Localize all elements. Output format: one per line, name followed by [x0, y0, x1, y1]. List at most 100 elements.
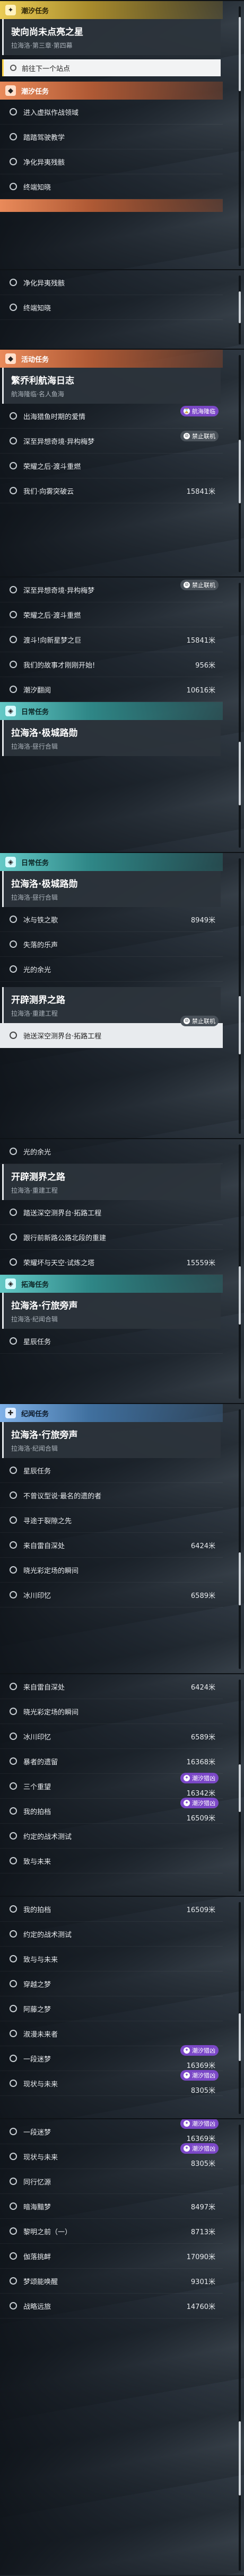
item-label: 梦颂能唤醒 — [23, 2278, 58, 2286]
list-item[interactable]: 净化异夷残骸 — [0, 270, 223, 295]
scrollbar[interactable] — [239, 1409, 241, 1669]
list-item[interactable]: 出海猎鱼时期的爱情 ⌛ 航海隆临 — [0, 404, 223, 429]
scrollbar-thumb[interactable] — [239, 1552, 241, 1605]
list-item[interactable]: 光的余光 — [0, 957, 223, 982]
list-item[interactable]: 暴者的遗留 16368米 — [0, 1749, 223, 1774]
list-item[interactable]: 进入虚拟作战领域 — [0, 100, 223, 125]
scrollbar[interactable] — [239, 6, 241, 266]
distance: 8497米 — [190, 2203, 215, 2211]
list-item[interactable]: 星辰任务 — [0, 1458, 223, 1483]
scrollbar[interactable] — [239, 1902, 241, 2114]
list-item[interactable]: 驰送深空测界台·拓路工程 ⊘ 禁止联机 — [0, 1016, 223, 1048]
list-item[interactable]: 不曾议型说·最名的遗的者 — [0, 1483, 223, 1508]
list-item[interactable]: 现状与未来 ✦ 潮汐猎凶 8305米 — [0, 2070, 223, 2096]
list-item[interactable]: 约定的战术测试 — [0, 1922, 223, 1947]
scrollbar[interactable] — [239, 276, 241, 344]
list-item[interactable]: 淑漫未来者 — [0, 2021, 223, 2046]
list-item[interactable]: 来自雷自深处 6424米 — [0, 1674, 223, 1699]
item-label: 跟行前新路公路北段的重建 — [23, 1234, 107, 1242]
list-item[interactable]: 荣耀坏与天空·试炼之塔 15559米 — [0, 1250, 223, 1275]
list-item[interactable]: 三个重望 ✦ 潮汐猎凶 16342米 — [0, 1773, 223, 1799]
list-item[interactable]: 致与与未来 — [0, 1947, 223, 1971]
task-circle-icon — [10, 462, 17, 469]
scrollbar[interactable] — [239, 583, 241, 848]
list-item[interactable]: 黎明之前（一） 8713米 — [0, 2219, 223, 2244]
list-item[interactable]: 终端知晓 — [0, 174, 223, 199]
main-task-card[interactable]: 驶向尚未点亮之星 拉海洛·第三章·第四幕 — [2, 19, 221, 55]
task-circle-icon — [10, 183, 17, 190]
list-item[interactable]: 星辰任务 — [0, 1329, 223, 1354]
list-item[interactable]: 深至异想奇境·异构梅梦 ⊘ 禁止联机 — [0, 429, 223, 454]
list-item[interactable]: 潮汐翻阅 10616米 — [0, 677, 223, 702]
daily-task-card[interactable]: 拉海洛·极城路勋 拉海洛·昼行合辑 — [2, 720, 221, 756]
list-item[interactable]: 约定的战术测试 — [0, 1824, 223, 1849]
list-item[interactable]: 我们的故事才刚刚开始! 956米 — [0, 652, 223, 677]
list-item[interactable]: 我的拍档 16509米 — [0, 1897, 223, 1922]
list-item[interactable]: 净化异夷残骸 — [0, 149, 223, 174]
scrollbar[interactable] — [239, 1680, 241, 1891]
list-item[interactable]: 穿越之梦 — [0, 1971, 223, 1996]
list-item[interactable]: 渡斗!向新星梦之巨 15841米 — [0, 627, 223, 652]
list-item[interactable]: 踏送深空测界台·拓路工程 — [0, 1200, 223, 1225]
list-item[interactable]: 来自雷自深处 6424米 — [0, 1533, 223, 1558]
task-circle-icon — [10, 2080, 17, 2087]
list-item[interactable]: 梦颂能唤醒 9301米 — [0, 2269, 223, 2294]
scrollbar-thumb[interactable] — [239, 1266, 241, 1325]
list-item[interactable]: 暗海黯梦 8497米 — [0, 2194, 223, 2219]
scrollbar[interactable] — [239, 2125, 241, 2571]
list-item[interactable]: 寻途于裂隙之先 — [0, 1508, 223, 1533]
list-item[interactable]: 我们·向雾突破云 15841米 — [0, 478, 223, 503]
task-circle-icon — [10, 636, 17, 643]
list-item[interactable]: 光的余光 — [0, 1139, 223, 1164]
event-card[interactable]: 繁乔利航海日志 航海隆临·名人鱼海 — [2, 368, 221, 404]
list-item[interactable]: 荣耀之后·渡斗重燃 — [0, 454, 223, 478]
task-circle-icon — [10, 1541, 17, 1549]
scrollbar-thumb[interactable] — [239, 1764, 241, 1812]
list-item[interactable]: 跟行前新路公路北段的重建 — [0, 1225, 223, 1250]
task-circle-icon — [10, 1032, 17, 1039]
task-circle-icon — [10, 611, 17, 618]
list-item[interactable]: 晓光彩定场的瞬间 — [0, 1699, 223, 1724]
list-item[interactable]: 一段迷梦 ✦ 潮汐猎凶 16369米 — [0, 2119, 223, 2144]
task-circle-icon — [10, 2302, 17, 2309]
scrollbar-thumb[interactable] — [239, 291, 241, 323]
scrollbar[interactable] — [239, 355, 241, 572]
list-item[interactable]: 致与未来 — [0, 1849, 223, 1873]
list-item[interactable]: 荣耀之后·渡斗重燃 — [0, 602, 223, 627]
tag-label: 潮汐猎凶 — [192, 2120, 215, 2127]
item-label: 淑漫未来者 — [23, 2030, 58, 2039]
scrollbar[interactable] — [239, 1144, 241, 1399]
scrollbar-thumb[interactable] — [239, 742, 241, 805]
list-item[interactable]: 战略远旅 14760米 — [0, 2294, 223, 2319]
task-circle-icon — [10, 1930, 17, 1938]
list-item[interactable]: 冰与铁之歌 8949米 — [0, 907, 223, 932]
list-item[interactable]: 冰川印忆 6589米 — [0, 1583, 223, 1607]
scrollbar-thumb[interactable] — [239, 17, 241, 91]
list-item[interactable]: 我的拍档 ✦ 潮汐猎凶 16509米 — [0, 1798, 223, 1824]
card-title: 拉海洛·行旅旁声 — [11, 1430, 78, 1441]
list-item[interactable]: 晓光彩定场的瞬间 — [0, 1558, 223, 1583]
item-label: 来自雷自深处 — [23, 1542, 65, 1550]
list-item[interactable]: 冰川印忆 6589米 — [0, 1724, 223, 1749]
item-label: 深至异想奇境·异构梅梦 — [23, 438, 95, 446]
current-objective[interactable]: 前往下一个站点 — [2, 59, 221, 76]
list-item[interactable]: 现状与未来 ✦ 潮汐猎凶 8305米 — [0, 2143, 223, 2169]
list-item[interactable]: 伽落挑衅 17090米 — [0, 2244, 223, 2269]
task-card[interactable]: 开辟测界之路 拉海洛·重建工程 — [2, 1164, 221, 1200]
list-item[interactable]: 失落的乐声 — [0, 932, 223, 957]
scrollbar-thumb[interactable] — [239, 2013, 241, 2061]
list-item[interactable]: 踏踏驾驶教学 — [0, 125, 223, 149]
daily-task-card[interactable]: 拉海洛·极城路勋 拉海洛·昼行合辑 — [2, 871, 221, 907]
list-item[interactable]: 同行忆源 — [0, 2169, 223, 2194]
task-card[interactable]: 拉海洛·行旅旁声 拉海洛·纪闻合辑 — [2, 1293, 221, 1329]
item-label: 三个重望 — [23, 1783, 51, 1791]
list-item[interactable]: 一段迷梦 ✦ 潮汐猎凶 16369米 — [0, 2045, 223, 2071]
list-item[interactable]: 阿藤之梦 — [0, 1996, 223, 2021]
list-item[interactable]: 终端知晓 — [0, 295, 223, 320]
scrollbar-thumb[interactable] — [239, 996, 241, 1054]
scrollbar[interactable] — [239, 858, 241, 1134]
records-card[interactable]: 拉海洛·行旅旁声 拉海洛·纪闻合辑 — [2, 1422, 221, 1458]
scrollbar-thumb[interactable] — [239, 2421, 241, 2495]
scrollbar-thumb[interactable] — [239, 440, 241, 503]
list-item[interactable]: 深至异想奇境·异构梅梦 ⊘ 禁止联机 — [0, 578, 223, 602]
